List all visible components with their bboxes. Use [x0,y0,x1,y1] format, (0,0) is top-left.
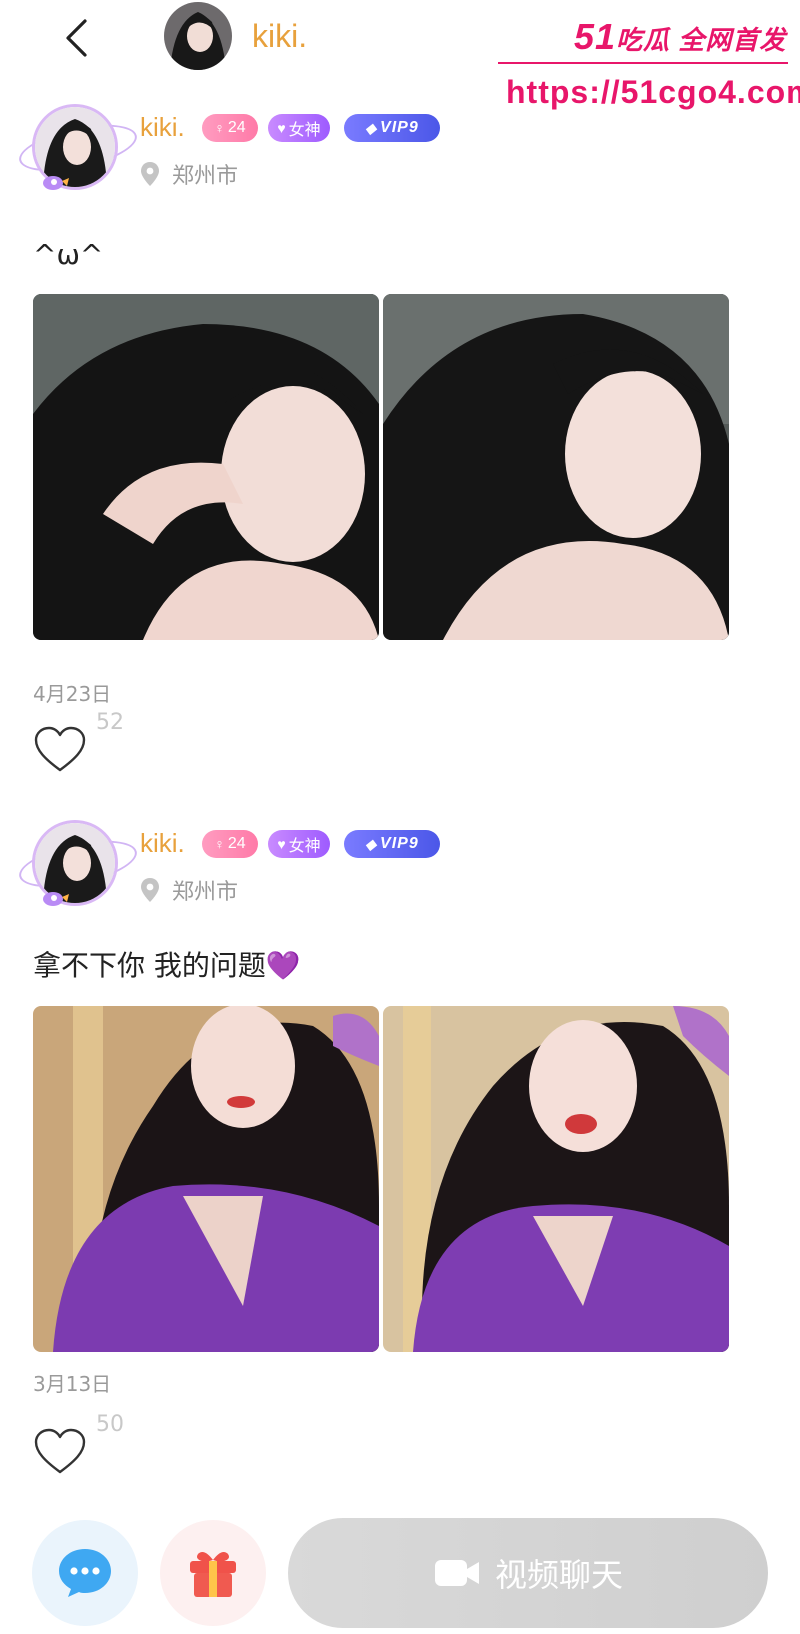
post-photo[interactable] [383,1006,729,1352]
back-button[interactable] [56,14,96,62]
vip-label: VIP9 [380,119,419,136]
bottom-action-bar: 视频聊天 [0,1512,800,1634]
like-button[interactable] [33,1428,87,1476]
heart-badge-icon: ♥ [277,120,286,136]
post-date: 3月13日 [33,1372,112,1396]
vip-label: VIP9 [380,835,419,852]
post-text: 拿不下你 我的问题💜 [33,949,301,982]
age-value: 24 [227,835,246,852]
watermark-divider [498,62,788,64]
post-card: kiki. ♀ 24 ♥ 女神 ◆ VIP9 郑州市 拿不下你 我的问题💜 3月… [0,816,800,1476]
chat-bubble-icon [59,1549,111,1597]
like-count: 50 [96,1412,124,1437]
location: 郑州市 [140,158,238,190]
location-pin-icon [141,878,159,902]
post-card: kiki. ♀ 24 ♥ 女神 ◆ VIP9 郑州市 ^ω^ 4月23日 52 [0,100,800,772]
gift-icon [190,1552,236,1597]
post-username[interactable]: kiki. [140,112,185,143]
post-photo[interactable] [383,294,729,640]
post-avatar-frame[interactable] [15,816,141,926]
age-badge: ♀ 24 [202,830,258,858]
back-arrow-icon [66,19,87,57]
rocket-icon [43,176,69,190]
header-username: kiki. [252,18,308,54]
location-text: 郑州市 [172,164,239,189]
location-pin-icon [141,162,159,186]
post-photo[interactable] [33,1006,379,1352]
gift-button[interactable] [160,1520,266,1626]
watermark-brand: 51吃瓜 全网首发 [574,16,786,58]
post-text: ^ω^ [33,238,104,271]
goddess-badge: ♥ 女神 [268,114,330,142]
vip-badge: ◆ VIP9 [344,114,440,142]
video-chat-label: 视频聊天 [494,1556,623,1594]
heart-icon [34,1428,86,1474]
age-value: 24 [227,119,246,136]
goddess-label: 女神 [288,838,321,855]
goddess-badge: ♥ 女神 [268,830,330,858]
age-badge: ♀ 24 [202,114,258,142]
goddess-label: 女神 [288,122,321,139]
post-username[interactable]: kiki. [140,828,185,859]
diamond-icon: ◆ [365,835,378,852]
video-camera-icon [434,1560,479,1586]
female-icon: ♀ [214,836,225,852]
chat-button[interactable] [32,1520,138,1626]
like-button[interactable] [33,726,87,774]
watermark-brand-text: 吃瓜 全网首发 [616,25,787,55]
video-chat-button[interactable]: 视频聊天 [288,1518,768,1628]
post-date: 4月23日 [33,682,112,706]
watermark-brand-number: 51 [574,16,617,57]
location: 郑州市 [140,874,238,906]
female-icon: ♀ [214,120,225,136]
location-text: 郑州市 [172,880,239,905]
vip-badge: ◆ VIP9 [344,830,440,858]
like-count: 52 [96,710,124,735]
diamond-icon: ◆ [365,119,378,136]
header-avatar[interactable] [164,2,232,70]
post-photo[interactable] [33,294,379,640]
heart-icon [34,726,86,772]
rocket-icon [43,892,69,906]
heart-badge-icon: ♥ [277,836,286,852]
post-avatar-frame[interactable] [15,100,141,210]
